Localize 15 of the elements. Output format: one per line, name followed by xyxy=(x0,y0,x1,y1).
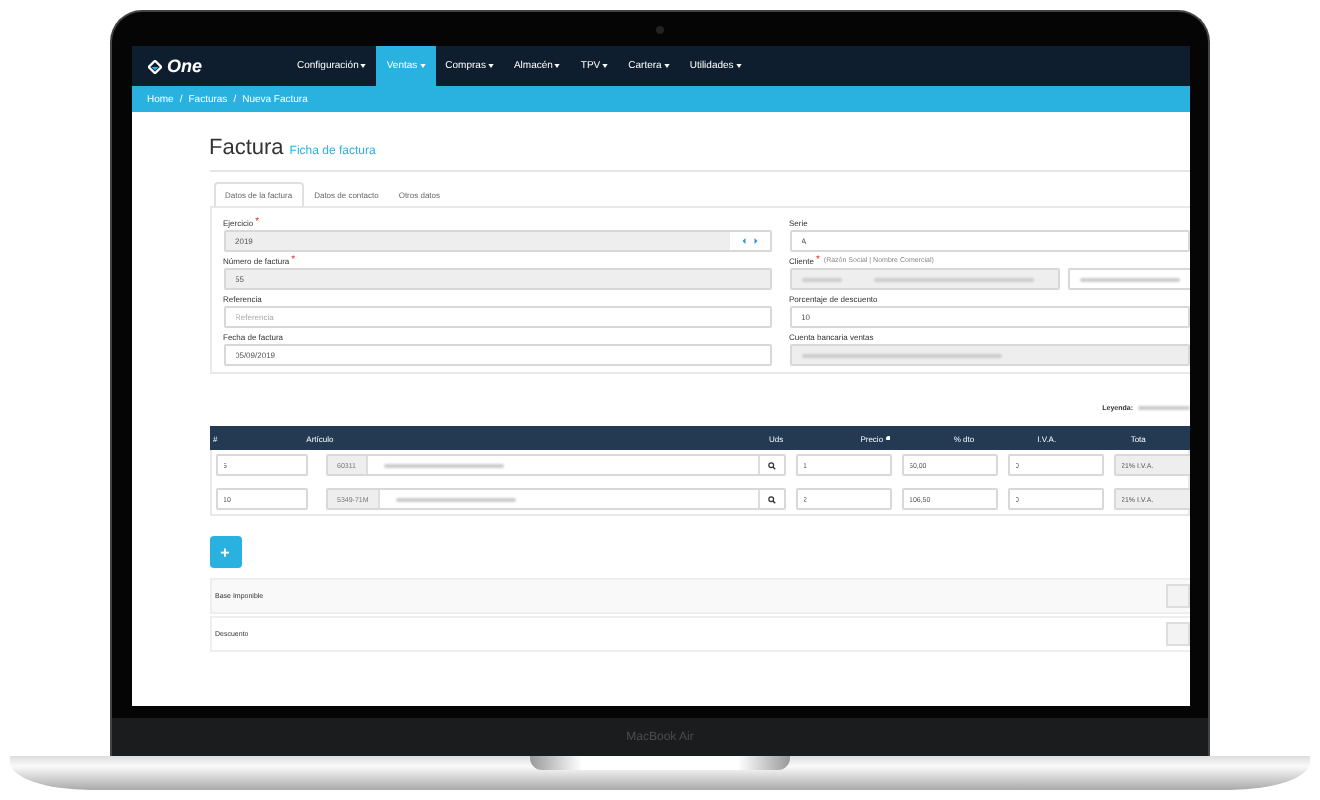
search-icon xyxy=(767,495,775,503)
caret-icon xyxy=(735,64,742,68)
client-name-field[interactable] xyxy=(1067,268,1189,290)
logo-icon xyxy=(147,59,161,73)
caret-icon xyxy=(663,64,670,68)
page-title: Factura xyxy=(209,136,284,160)
search-icon xyxy=(767,461,775,469)
caret-icon xyxy=(360,64,367,68)
caret-icon xyxy=(602,64,609,68)
caret-icon xyxy=(554,64,561,68)
app-logo: One xyxy=(167,56,203,76)
caret-icon xyxy=(487,64,494,68)
left-right-arrows-icon xyxy=(741,238,757,244)
info-icon xyxy=(885,435,891,441)
caret-icon xyxy=(419,64,426,68)
